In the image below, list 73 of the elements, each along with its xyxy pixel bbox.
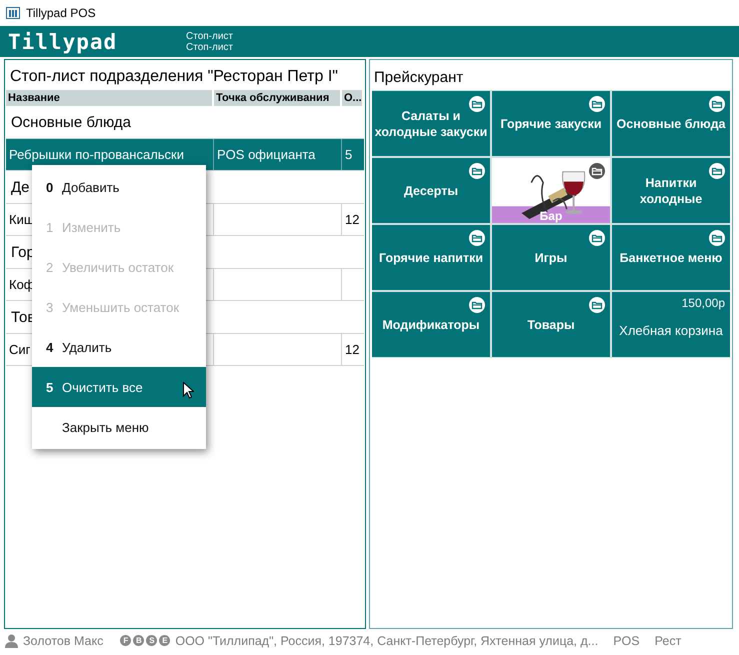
tile-label: Бар <box>538 209 564 223</box>
tile-label: Напитки холодные <box>638 174 704 206</box>
tile-label: Банкетное меню <box>620 250 722 266</box>
screen-title: Стоп-лист <box>186 42 233 52</box>
category-tile[interactable]: Банкетное меню <box>612 225 730 290</box>
menu-label: Добавить <box>62 180 120 194</box>
category-tile[interactable]: Товары <box>492 292 610 357</box>
price: 150,00р <box>682 296 725 310</box>
tile-label: Горячие закуски <box>500 116 602 132</box>
tile-label: Хлебная корзина <box>618 323 724 338</box>
shortcut-key: 4 <box>46 340 54 354</box>
company-address: ООО "Тиллипад", Россия, 197374, Санкт-Петербург, Яхтенная улица, д... <box>175 634 598 648</box>
folder-icon <box>469 96 485 112</box>
category-tile[interactable]: Горячие закуски <box>492 91 610 156</box>
screen-title: Стоп-лист <box>186 30 233 42</box>
category-tile[interactable]: Напитки холодные <box>612 158 730 223</box>
tile-label: Игры <box>534 250 568 266</box>
table-cell-text: 12 <box>344 341 360 359</box>
folder-icon <box>709 96 725 112</box>
table-cell-text: 5 <box>344 146 354 164</box>
folder-icon <box>469 163 485 179</box>
shortcut-key: 5 <box>46 380 54 394</box>
folder-icon <box>589 96 605 112</box>
status-badge: E <box>159 635 170 646</box>
status-badge: F <box>120 635 132 646</box>
status-badge: S <box>146 635 158 646</box>
tile-label: Горячие напитки <box>378 250 484 266</box>
menu-label: Очистить все <box>62 380 143 394</box>
panel-title: Стоп-лист подразделения "Ресторан Петр I" <box>9 67 339 87</box>
table-row[interactable]: Ребрышки по-провансальски POS официанта 5 <box>6 139 364 171</box>
folder-icon <box>469 297 485 313</box>
folder-icon <box>589 297 605 313</box>
tile-label: Десерты <box>404 182 458 198</box>
product-tile[interactable]: 150,00р Хлебная корзина <box>612 292 730 357</box>
folder-icon <box>709 163 725 179</box>
category-tile[interactable]: Горячие напитки <box>372 225 490 290</box>
category-tile[interactable]: Игры <box>492 225 610 290</box>
table-cell: POS официанта <box>214 139 342 170</box>
app-icon <box>6 7 20 19</box>
category-tile[interactable]: Салаты и холодные закуски <box>372 91 490 156</box>
folder-icon <box>589 230 605 246</box>
tile-label: Салаты и холодные закуски <box>374 108 488 140</box>
category-tile[interactable]: Основные блюда <box>612 91 730 156</box>
window-title: Tillypad POS <box>26 6 96 20</box>
shortcut-key: 0 <box>46 180 54 194</box>
menu-label: Удалить <box>62 340 112 354</box>
folder-icon <box>589 163 605 179</box>
folder-icon <box>709 230 725 246</box>
menu-label: Закрыть меню <box>62 420 149 434</box>
menu-label: Уменьшить остаток <box>62 300 180 314</box>
category-tile[interactable]: Модификаторы <box>372 292 490 357</box>
menu-label: Изменить <box>62 220 121 234</box>
user-name: Золотов Макс <box>23 634 104 648</box>
panel-title: Прейскурант <box>373 68 464 88</box>
table-cell-text: 12 <box>344 211 360 229</box>
tile-label: Модификаторы <box>382 316 480 332</box>
category-tile[interactable]: Десерты <box>372 158 490 223</box>
tile-label: Основные блюда <box>616 116 726 132</box>
folder-icon <box>469 230 485 246</box>
column-header[interactable]: О... <box>342 90 364 106</box>
shortcut-key: 1 <box>46 220 54 234</box>
column-header[interactable]: Название <box>6 90 214 106</box>
shortcut-key: 3 <box>46 300 54 314</box>
logo: Tillypad <box>8 30 118 54</box>
place-name: Рест <box>654 634 682 648</box>
user-icon <box>5 634 18 648</box>
tile-label: Товары <box>527 316 575 332</box>
cursor-icon <box>183 382 194 399</box>
menu-item[interactable]: Закрыть меню <box>32 407 206 447</box>
column-header[interactable]: Точка обслуживания <box>214 90 342 106</box>
terminal-name: POS <box>613 634 640 648</box>
status-badge: B <box>133 635 144 646</box>
menu-item[interactable]: 5 Очистить все <box>32 367 206 407</box>
